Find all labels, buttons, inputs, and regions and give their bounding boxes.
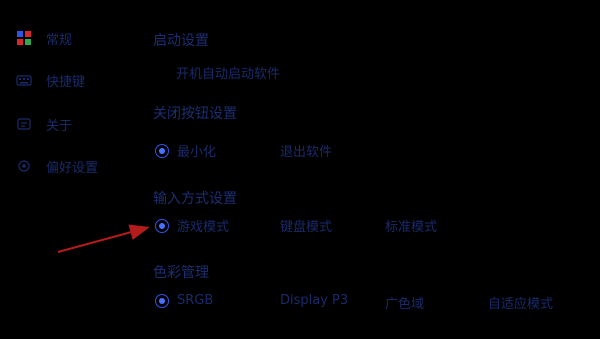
radio-game-mode[interactable]: 游戏模式: [155, 216, 229, 235]
radio-minimize[interactable]: 最小化: [155, 141, 216, 160]
option-label: 最小化: [177, 145, 217, 160]
option-label: SRGB: [177, 293, 214, 308]
section-title-color-management: 色彩管理: [153, 265, 209, 281]
option-label: 标准模式: [385, 220, 438, 235]
radio-selected-icon: [155, 143, 169, 158]
radio-standard-mode[interactable]: 标准模式: [385, 216, 437, 235]
keyboard-icon: [16, 72, 32, 88]
radio-srgb[interactable]: SRGB: [155, 293, 213, 308]
sidebar-item-preferences[interactable]: 偏好设置: [16, 155, 98, 177]
option-label: 开机自动启动软件: [176, 67, 281, 82]
sidebar-item-shortcuts[interactable]: 快捷键: [16, 69, 85, 91]
sidebar-item-label: 常规: [46, 32, 73, 48]
grid-icon: [16, 30, 32, 46]
radio-keyboard-mode[interactable]: 键盘模式: [280, 216, 332, 235]
sidebar-item-label: 偏好设置: [46, 160, 99, 176]
section-title-startup: 启动设置: [153, 33, 209, 49]
option-label: Display P3: [280, 293, 349, 308]
settings-window: 常规 快捷键 关于 偏好设置 启动设置 开机自动启动软件 关闭按钮设置 最小化 …: [0, 0, 600, 339]
option-auto-start[interactable]: 开机自动启动软件: [176, 63, 280, 82]
option-label: 键盘模式: [280, 220, 333, 235]
sidebar: 常规 快捷键 关于 偏好设置: [0, 0, 140, 339]
option-label: 自适应模式: [488, 297, 554, 312]
option-label: 退出软件: [280, 145, 333, 160]
section-title-close-button: 关闭按钮设置: [153, 106, 237, 122]
section-title-input-method: 输入方式设置: [153, 191, 237, 207]
radio-selected-icon: [155, 218, 169, 233]
radio-wide-gamut[interactable]: 广色域: [385, 293, 424, 312]
option-label: 广色域: [385, 297, 425, 312]
info-icon: [16, 116, 32, 132]
settings-icon: [16, 158, 32, 174]
radio-selected-icon: [155, 293, 169, 308]
sidebar-item-general[interactable]: 常规: [16, 27, 72, 49]
radio-display-p3[interactable]: Display P3: [280, 293, 348, 308]
radio-adaptive-mode[interactable]: 自适应模式: [488, 293, 553, 312]
option-label: 游戏模式: [177, 220, 230, 235]
sidebar-item-label: 关于: [46, 118, 73, 134]
sidebar-item-about[interactable]: 关于: [16, 113, 72, 135]
sidebar-item-label: 快捷键: [46, 74, 86, 90]
radio-exit-app[interactable]: 退出软件: [280, 141, 332, 160]
